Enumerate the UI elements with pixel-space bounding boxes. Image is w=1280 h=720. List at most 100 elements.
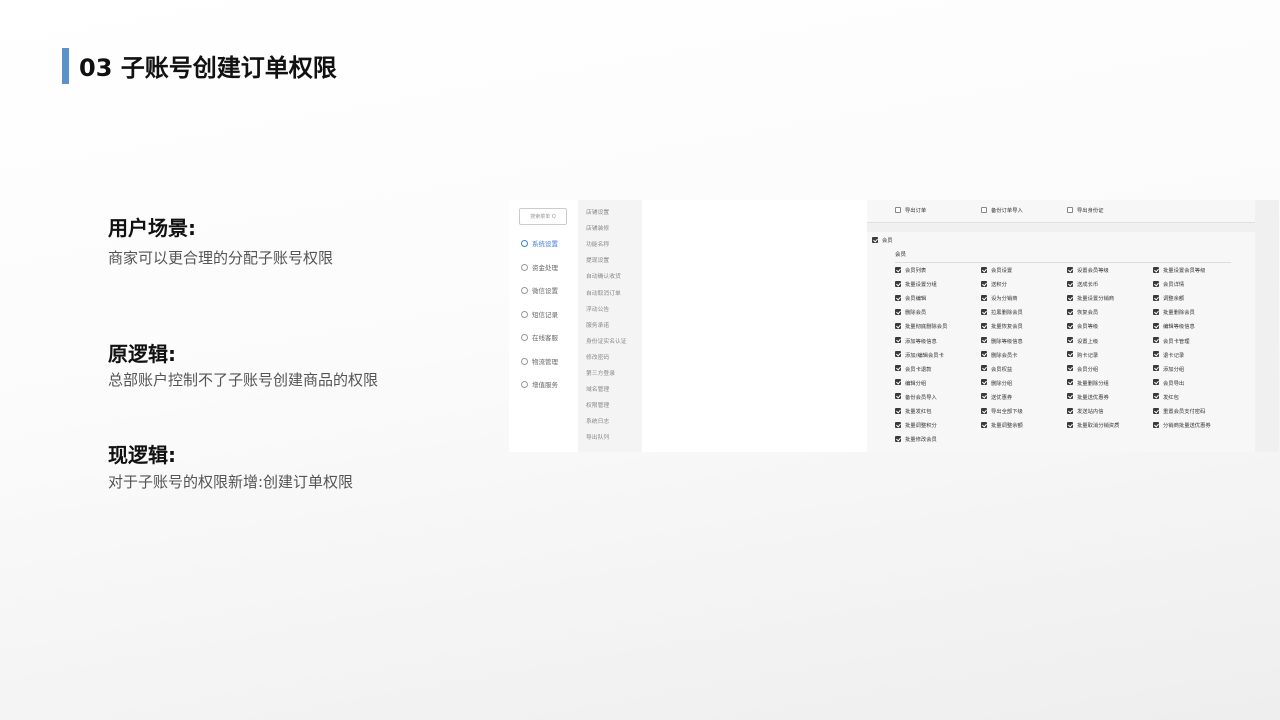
- permission-checkbox[interactable]: 批量彻底删除会员: [895, 322, 947, 331]
- permission-checkbox[interactable]: 导出全部下级: [981, 407, 1023, 416]
- submenu-item[interactable]: 第三方登录: [586, 369, 615, 379]
- admin-screenshot: 搜索菜单 Q 系统设置资金处理微信设置短信记录在线客服物流管理增值服务 店铺设置…: [509, 200, 1279, 452]
- permission-checkbox[interactable]: 删除会员: [895, 308, 926, 317]
- permission-checkbox[interactable]: 分销商批量送优惠券: [1153, 421, 1211, 430]
- permission-checkbox[interactable]: 送优惠券: [981, 393, 1012, 402]
- permission-checkbox[interactable]: 批量修改会员: [895, 435, 937, 444]
- permission-checkbox[interactable]: 添加等级信息: [895, 337, 937, 346]
- sidebar-item[interactable]: 在线客服: [509, 330, 578, 346]
- checkbox-icon: [895, 280, 901, 287]
- section-text-scenario: 商家可以更合理的分配子账号权限: [108, 249, 334, 267]
- sidebar-item-label: 增值服务: [532, 381, 558, 389]
- permission-checkbox[interactable]: 会员详情: [1153, 280, 1184, 289]
- permission-checkbox[interactable]: 会员卡退款: [895, 365, 932, 374]
- checkbox-icon: [1067, 266, 1073, 273]
- sidebar-item-label: 资金处理: [532, 263, 558, 272]
- permission-checkbox[interactable]: 设置会员等级: [1067, 266, 1109, 275]
- checkbox-icon: [895, 379, 901, 386]
- checkbox-icon: [1153, 365, 1159, 372]
- coin-icon: [521, 263, 528, 271]
- permission-checkbox[interactable]: 批量设置分组: [895, 280, 937, 289]
- menu-search-input[interactable]: 搜索菜单 Q: [519, 208, 567, 225]
- permission-checkbox[interactable]: 批量取消分销资质: [1067, 421, 1119, 430]
- submenu-item[interactable]: 提现设置: [586, 256, 609, 266]
- permission-checkbox[interactable]: 编辑等级信息: [1153, 322, 1195, 331]
- permission-checkbox[interactable]: 会员编辑: [895, 294, 926, 303]
- permission-checkbox[interactable]: 送成长币: [1067, 280, 1098, 289]
- sidebar-item[interactable]: 资金处理: [509, 260, 578, 276]
- permission-checkbox[interactable]: 调整余额: [1153, 294, 1184, 303]
- permission-checkbox[interactable]: 会员卡管理: [1153, 337, 1190, 346]
- submenu-item[interactable]: 修改密码: [586, 353, 609, 363]
- permission-checkbox[interactable]: 添加/编辑会员卡: [895, 351, 944, 360]
- submenu-item[interactable]: 自动取消订单: [586, 289, 621, 299]
- sidebar-item[interactable]: 增值服务: [509, 377, 578, 393]
- permission-checkbox[interactable]: 批量设置分销商: [1067, 294, 1114, 303]
- submenu-item[interactable]: 浮动公告: [586, 305, 609, 315]
- section-heading-scenario: 用户场景:: [108, 216, 196, 240]
- permission-checkbox[interactable]: 发红包: [1153, 393, 1179, 402]
- submenu-item[interactable]: 服务承诺: [586, 321, 609, 331]
- permission-checkbox[interactable]: 批量调整余额: [981, 421, 1023, 430]
- permission-checkbox[interactable]: 会员列表: [895, 266, 926, 275]
- member-group-checkbox[interactable]: 会员: [872, 236, 893, 245]
- permission-checkbox[interactable]: 会员设置: [981, 266, 1012, 275]
- permission-checkbox[interactable]: 备份会员导入: [895, 393, 937, 402]
- permission-checkbox[interactable]: 恢复会员: [1067, 308, 1098, 317]
- permission-checkbox[interactable]: 设置上级: [1067, 337, 1098, 346]
- permission-checkbox[interactable]: 批量设置会员等级: [1153, 266, 1205, 275]
- submenu-item[interactable]: 系统日志: [586, 417, 609, 427]
- permission-checkbox[interactable]: 会员权益: [981, 365, 1012, 374]
- sidebar-item[interactable]: 微信设置: [509, 283, 578, 299]
- main-sidebar: 搜索菜单 Q 系统设置资金处理微信设置短信记录在线客服物流管理增值服务: [509, 200, 578, 452]
- order-option-checkbox[interactable]: 备份订单导入: [981, 206, 1023, 215]
- order-option-checkbox[interactable]: 导出身份证: [1067, 206, 1104, 215]
- permission-checkbox[interactable]: 批量删除会员: [1153, 308, 1195, 317]
- permission-checkbox[interactable]: 批量删除分组: [1067, 379, 1109, 388]
- submenu-item[interactable]: 店铺设置: [586, 208, 609, 218]
- permission-checkbox[interactable]: 批量发红包: [895, 407, 932, 416]
- permission-checkbox[interactable]: 送积分: [981, 280, 1007, 289]
- submenu-item[interactable]: 导出队列: [586, 433, 609, 443]
- permission-checkbox[interactable]: 会员导出: [1153, 379, 1184, 388]
- permission-checkbox[interactable]: 设为分销商: [981, 294, 1018, 303]
- permission-checkbox[interactable]: 删除会员卡: [981, 351, 1018, 360]
- checkbox-icon: [981, 393, 987, 400]
- submenu-item[interactable]: 功能名称: [586, 240, 609, 250]
- checkbox-icon: [981, 280, 987, 287]
- submenu-item[interactable]: 身份证实名认证: [586, 337, 627, 347]
- sidebar-item-label: 系统设置: [532, 240, 558, 248]
- permission-checkbox[interactable]: 会员分组: [1067, 365, 1098, 374]
- section-heading-old-logic: 原逻辑:: [108, 342, 176, 366]
- permission-checkbox[interactable]: 添加分组: [1153, 365, 1184, 374]
- submenu-item[interactable]: 域名管理: [586, 385, 609, 395]
- permission-checkbox[interactable]: 重置会员支付密码: [1153, 407, 1205, 416]
- permission-checkbox[interactable]: 拉黑删除会员: [981, 308, 1023, 317]
- permission-checkbox[interactable]: 批量调整积分: [895, 421, 937, 430]
- checkbox-icon: [895, 421, 901, 428]
- submenu-item[interactable]: 权限管理: [586, 401, 609, 411]
- checkbox-icon: [1153, 337, 1159, 343]
- permission-checkbox[interactable]: 批量送优惠券: [1067, 393, 1109, 402]
- checkbox-icon: [895, 322, 901, 329]
- permission-checkbox[interactable]: 编辑分组: [895, 379, 926, 388]
- wechat-icon: [521, 287, 528, 294]
- submenu-item[interactable]: 自动确认收货: [586, 272, 621, 282]
- sidebar-item[interactable]: 物流管理: [509, 354, 578, 370]
- checkbox-icon: [1067, 280, 1073, 287]
- order-option-checkbox[interactable]: 导出订单: [895, 206, 926, 215]
- checkbox-icon: [981, 407, 987, 414]
- checkbox-icon: [895, 407, 901, 414]
- permission-checkbox[interactable]: 购卡记录: [1067, 351, 1098, 360]
- permission-checkbox[interactable]: 退卡记录: [1153, 351, 1184, 360]
- section-text-new-logic: 对于子账号的权限新增:创建订单权限: [108, 473, 354, 491]
- sidebar-item[interactable]: 短信记录: [509, 307, 578, 323]
- permission-checkbox[interactable]: 删除分组: [981, 379, 1012, 388]
- submenu-item[interactable]: 店铺装修: [586, 224, 609, 234]
- checkbox-icon: [981, 337, 987, 343]
- sidebar-item[interactable]: 系统设置: [509, 236, 578, 252]
- permission-checkbox[interactable]: 发送站内信: [1067, 407, 1104, 416]
- permission-checkbox[interactable]: 会员等级: [1067, 322, 1098, 331]
- permission-checkbox[interactable]: 删除等级信息: [981, 337, 1023, 346]
- permission-checkbox[interactable]: 批量恢复会员: [981, 322, 1023, 331]
